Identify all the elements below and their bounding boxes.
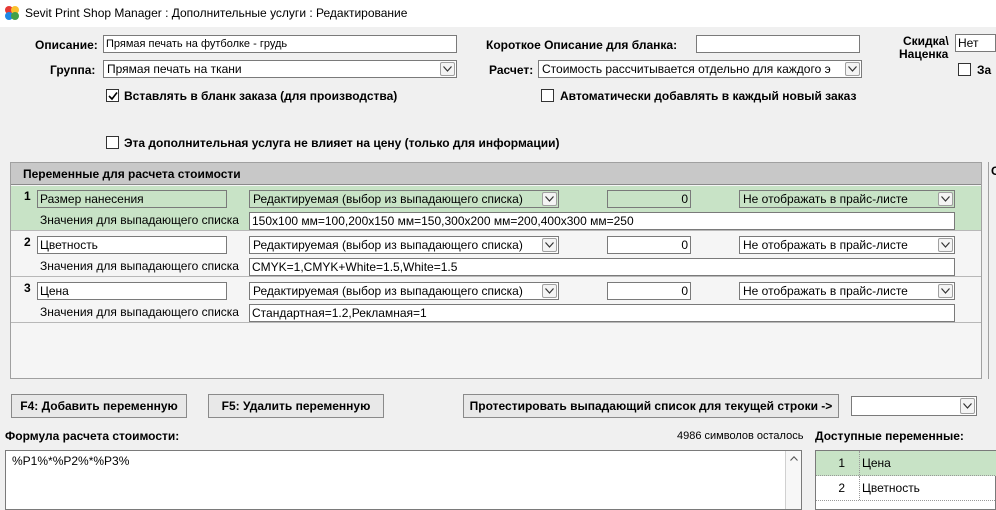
no-price-checkbox[interactable]	[106, 136, 119, 149]
group-select[interactable]: Прямая печать на ткани	[103, 60, 457, 78]
discount-label-line2: Наценка	[899, 47, 949, 61]
variable-type-select[interactable]: Редактируемая (выбор из выпадающего спис…	[249, 190, 559, 208]
variables-panel-header: Переменные для расчета стоимости	[11, 163, 981, 185]
variable-type-value: Редактируемая (выбор из выпадающего спис…	[253, 284, 523, 298]
test-dropdown-select[interactable]	[851, 396, 977, 416]
available-vars-label: Доступные переменные:	[815, 429, 964, 443]
delete-variable-button[interactable]: F5: Удалить переменную	[208, 394, 384, 418]
group-dropdown-button[interactable]	[440, 62, 455, 76]
variable-row-number: 3	[24, 281, 31, 295]
variable-type-select[interactable]: Редактируемая (выбор из выпадающего спис…	[249, 236, 559, 254]
dropdown-values-label: Значения для выпадающего списка	[40, 213, 239, 227]
formula-label: Формула расчета стоимости:	[5, 429, 180, 443]
scroll-up-icon[interactable]	[790, 456, 798, 461]
chevron-down-icon	[941, 196, 950, 202]
variable-type-dropdown-button[interactable]	[542, 192, 557, 206]
variable-default-input[interactable]: 0	[607, 236, 691, 254]
variable-type-select[interactable]: Редактируемая (выбор из выпадающего спис…	[249, 282, 559, 300]
available-var-name: Цветность	[862, 481, 920, 495]
chevron-down-icon	[941, 242, 950, 248]
right-panel-header-fragment: С	[991, 164, 996, 178]
dropdown-values-input[interactable]: Стандартная=1.2,Рекламная=1	[249, 304, 955, 322]
price-list-dropdown-button[interactable]	[938, 284, 953, 298]
variable-row-2[interactable]: 2 Цветность Редактируемая (выбор из выпа…	[11, 232, 981, 277]
variables-panel-title: Переменные для расчета стоимости	[23, 167, 241, 181]
dropdown-values-label: Значения для выпадающего списка	[40, 259, 239, 273]
variable-type-dropdown-button[interactable]	[542, 284, 557, 298]
variable-row-number: 1	[24, 189, 31, 203]
chevron-down-icon	[545, 288, 554, 294]
calc-select-value: Стоимость рассчитывается отдельно для ка…	[542, 62, 831, 76]
chevron-down-icon	[545, 196, 554, 202]
formula-text: %P1%*%P2%*%P3%	[12, 454, 130, 468]
test-dropdown-button[interactable]: Протестировать выпадающий список для тек…	[463, 394, 839, 418]
no-price-label: Эта дополнительная услуга не влияет на ц…	[124, 136, 560, 150]
title-bar[interactable]: Sevit Print Shop Manager : Дополнительны…	[0, 0, 996, 27]
available-vars-list[interactable]: 1 Цена 2 Цветность	[815, 450, 996, 510]
description-input[interactable]: Прямая печать на футболке - грудь	[103, 35, 457, 53]
formula-textarea[interactable]: %P1%*%P2%*%P3%	[5, 450, 802, 510]
available-var-item[interactable]: 1 Цена	[816, 451, 996, 476]
available-var-name: Цена	[862, 456, 891, 470]
variable-name-input[interactable]: Размер нанесения	[37, 190, 227, 208]
chevron-down-icon	[941, 288, 950, 294]
price-list-value: Не отображать в прайс-листе	[743, 284, 908, 298]
insert-into-order-label: Вставлять в бланк заказа (для производст…	[124, 89, 398, 103]
price-list-value: Не отображать в прайс-листе	[743, 238, 908, 252]
chevron-down-icon	[545, 242, 554, 248]
variable-default-input[interactable]: 0	[607, 282, 691, 300]
price-list-select[interactable]: Не отображать в прайс-листе	[739, 282, 955, 300]
variable-row-3[interactable]: 3 Цена Редактируемая (выбор из выпадающе…	[11, 278, 981, 323]
calc-dropdown-button[interactable]	[845, 62, 860, 76]
dropdown-values-input[interactable]: 150x100 мм=100,200x150 мм=150,300x200 мм…	[249, 212, 955, 230]
price-list-select[interactable]: Не отображать в прайс-листе	[739, 236, 955, 254]
formula-scrollbar[interactable]	[785, 451, 801, 509]
price-list-dropdown-button[interactable]	[938, 192, 953, 206]
calc-label: Расчет:	[489, 63, 534, 77]
available-var-number: 1	[816, 451, 860, 475]
variable-row-number: 2	[24, 235, 31, 249]
short-description-label: Короткое Описание для бланка:	[486, 38, 678, 52]
auto-add-label: Автоматически добавлять в каждый новый з…	[560, 89, 857, 103]
price-list-select[interactable]: Не отображать в прайс-листе	[739, 190, 955, 208]
right-checkbox-label: За	[977, 63, 992, 77]
variable-type-dropdown-button[interactable]	[542, 238, 557, 252]
variable-type-value: Редактируемая (выбор из выпадающего спис…	[253, 192, 523, 206]
chevron-down-icon	[443, 66, 452, 72]
dropdown-values-label: Значения для выпадающего списка	[40, 305, 239, 319]
test-dropdown-button-arrow[interactable]	[960, 398, 975, 414]
variable-row-1[interactable]: 1 Размер нанесения Редактируемая (выбор …	[11, 186, 981, 231]
variable-default-input[interactable]: 0	[607, 190, 691, 208]
variables-panel: Переменные для расчета стоимости 1 Разме…	[10, 162, 982, 379]
chevron-down-icon	[963, 403, 972, 409]
chars-left-counter: 4986 символов осталось	[677, 430, 804, 442]
right-panel-edge: С	[988, 162, 996, 379]
available-var-number: 2	[816, 476, 860, 500]
discount-input[interactable]: Нет	[955, 34, 996, 52]
window-title: Sevit Print Shop Manager : Дополнительны…	[25, 6, 408, 20]
price-list-dropdown-button[interactable]	[938, 238, 953, 252]
add-variable-button[interactable]: F4: Добавить переменную	[11, 394, 187, 418]
description-label: Описание:	[35, 38, 98, 52]
dropdown-values-input[interactable]: CMYK=1,CMYK+White=1.5,White=1.5	[249, 258, 955, 276]
available-var-item[interactable]: 2 Цветность	[816, 476, 996, 501]
chevron-down-icon	[848, 66, 857, 72]
discount-label-line1: Скидка\	[903, 34, 949, 48]
auto-add-checkbox[interactable]	[541, 89, 554, 102]
calc-select[interactable]: Стоимость рассчитывается отдельно для ка…	[538, 60, 862, 78]
short-description-input[interactable]	[696, 35, 860, 53]
price-list-value: Не отображать в прайс-листе	[743, 192, 908, 206]
group-label: Группа:	[50, 63, 96, 77]
app-logo-icon	[5, 6, 19, 20]
insert-into-order-checkbox[interactable]	[106, 89, 119, 102]
variable-type-value: Редактируемая (выбор из выпадающего спис…	[253, 238, 523, 252]
variable-name-input[interactable]: Цветность	[37, 236, 227, 254]
right-checkbox[interactable]	[958, 63, 971, 76]
variable-name-input[interactable]: Цена	[37, 282, 227, 300]
checkmark-icon	[108, 92, 118, 101]
group-select-value: Прямая печать на ткани	[107, 62, 242, 76]
